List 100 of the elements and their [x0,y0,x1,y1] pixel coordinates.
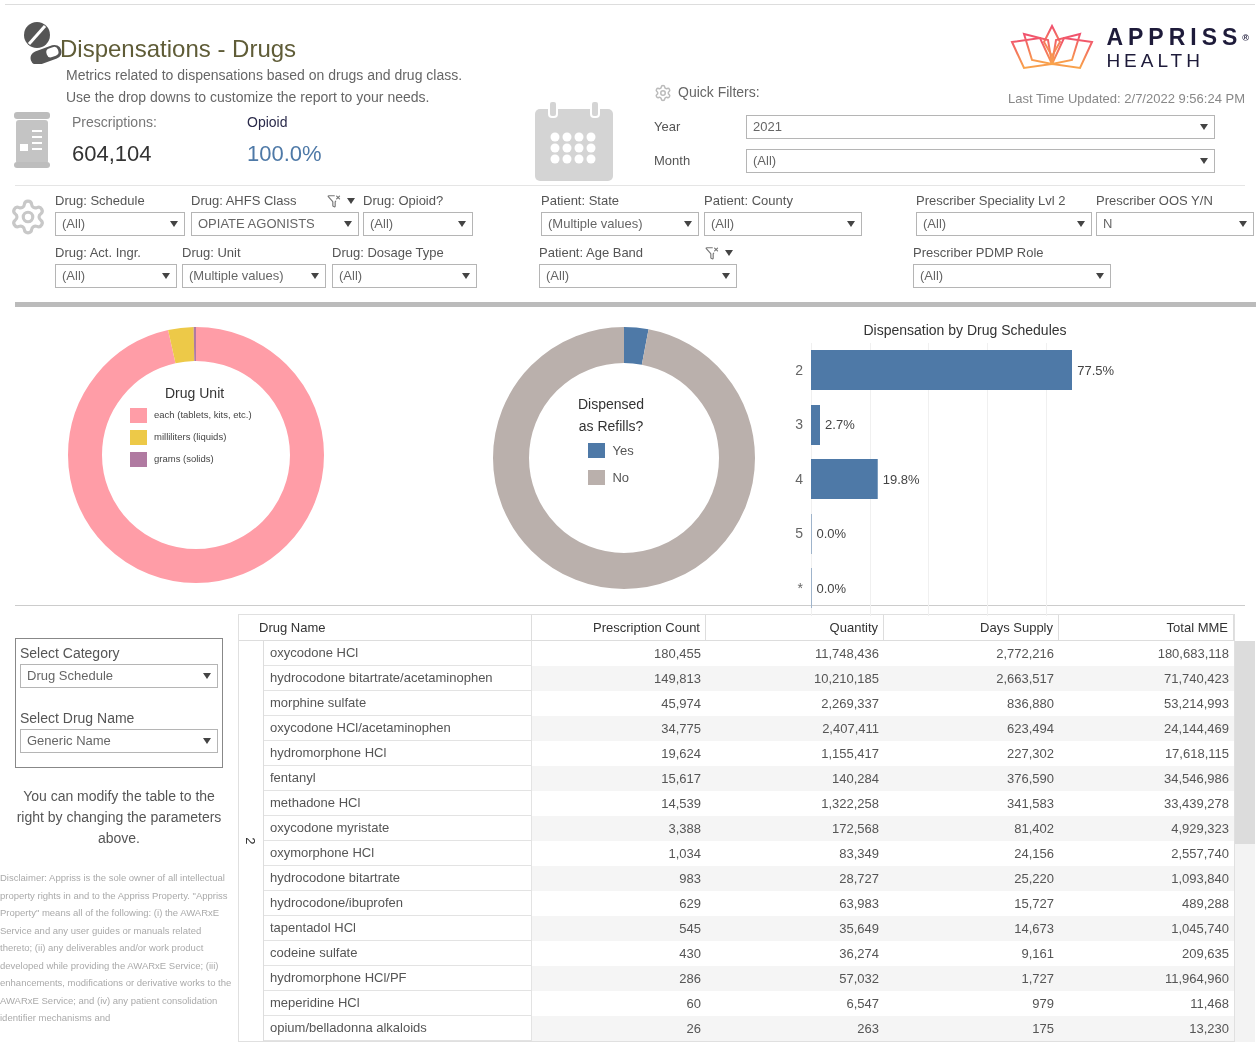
dropdown[interactable]: Drug Schedule [20,664,218,688]
note-text: You can modify the table to the right by changing the parameters above. [15,787,223,848]
scrollbar-thumb[interactable] [1235,641,1255,844]
metric-value: 100.0% [247,140,322,168]
table-cell-text: 1,322,258 [820,794,880,813]
logo-wordmark: APPRISS$^{®}$ [1106,26,1249,49]
caret-icon [203,673,211,679]
filter-label: Patient: State [541,192,620,211]
dropdown[interactable]: (All) [539,264,737,288]
dropdown[interactable]: (All) [363,212,473,236]
table-cell-text: 489,288 [1181,894,1230,913]
last-updated: Last Time Updated: 2/7/2022 9:56:24 PM [1007,90,1245,108]
legend-label: grams (solids) [154,452,214,467]
table-cell-text: 71,740,423 [1162,669,1230,688]
table-cell-text: 1,034 [667,844,702,863]
table-cell-text: 11,748,436 [813,644,880,663]
metric-label: Opioid [247,113,289,132]
settings-icon [654,83,672,102]
legend-label: Yes [612,442,634,460]
column-header: Drug Name [239,615,532,640]
table-cell: tapentadol HCl [264,916,532,941]
filter-label: Prescriber OOS Y/N [1096,192,1213,211]
table-cell-text: 13,230 [1188,1019,1230,1038]
dropdown[interactable]: Generic Name [20,729,218,753]
axis-label: 3 [794,415,804,435]
row-group-label: 2 [242,837,260,845]
data-label: 0.0% [816,579,847,598]
caret-icon [311,273,319,279]
filter-label: Prescriber PDMP Role [913,244,1044,263]
filter-label: Drug: Opioid? [363,192,444,211]
table-cell-text: 286 [678,969,702,988]
dropdown[interactable]: (All) [55,264,177,288]
dropdown[interactable]: (All) [704,212,862,236]
table-cell-text: 1,727 [1020,969,1055,988]
caret-icon [722,273,730,279]
filter-label: Drug: Unit [182,244,241,263]
table-cell-text: 172,568 [831,819,880,838]
table-cell-text: 28,727 [838,869,880,888]
caret-icon [203,738,211,744]
bar [811,404,821,445]
bar [811,459,878,500]
caret-icon [847,221,855,227]
table-cell-text: 4,929,323 [1170,819,1230,838]
table-cell: morphine sulfate [264,691,532,716]
axis-label: 4 [794,469,804,489]
subtitle: Metrics related to dispensations based on drugs and drug class. [66,66,464,85]
dropdown[interactable]: (All) [746,148,1215,173]
table-cell-text: 25,220 [1013,869,1055,888]
caret-icon [1096,273,1104,279]
dropdown[interactable]: (Multiple values) [541,212,699,236]
filter-label: Patient: Age Band [539,244,644,263]
table-cell: meperidine HCl [264,991,532,1016]
table-cell: hydromorphone HCl [264,741,532,766]
table-cell-text: 2,269,337 [820,694,880,713]
legend-title: as Refills? [578,417,644,436]
table-cell-text: 10,210,185 [812,669,880,688]
table-cell-text: 33,439,278 [1162,794,1230,813]
table-cell-text: 227,302 [1006,744,1055,763]
dropdown[interactable]: (All) [916,212,1092,236]
table-cell-text: 36,274 [838,944,880,963]
field-label: Year [654,117,682,136]
caret-icon [344,221,352,227]
table-cell-text: 81,402 [1013,819,1055,838]
table-cell-text: 57,032 [838,969,880,988]
table-cell-text: 45,974 [660,694,702,713]
table-cell-text: 35,649 [838,919,880,938]
metric-value: 604,104 [72,140,153,168]
dropdown[interactable]: (All) [913,264,1111,288]
clear-filter-icon[interactable] [327,194,341,208]
table-cell-text: 545 [678,919,702,938]
dropdown[interactable]: 2021 [746,114,1215,139]
dropdown[interactable]: (All) [55,212,185,236]
column-header: Quantity [706,615,884,640]
data-label: 0.0% [816,525,847,543]
dropdown[interactable]: (Multiple values) [182,264,326,288]
table-cell-text: 60 [685,994,702,1013]
table-cell-text: 83,349 [838,844,880,863]
axis-label: 2 [794,360,804,380]
table-cell-text: 11,468 [1189,994,1230,1013]
table-cell-text: 34,546,986 [1162,769,1230,788]
caret-icon [162,273,170,279]
table-cell-text: 983 [678,869,702,888]
dropdown[interactable]: (All) [332,264,477,288]
table-cell-text: 149,813 [653,669,702,688]
legend-title: Dispensed [578,395,645,414]
table-cell-text: 140,284 [831,769,880,788]
table-cell-text: 263 [856,1019,880,1038]
clear-filter-icon[interactable] [705,246,719,260]
table-cell-text: 836,880 [1006,694,1055,713]
table-cell: methadone HCl [264,791,532,816]
dropdown[interactable]: N [1096,212,1254,236]
table-cell-text: 623,494 [1006,719,1055,738]
table-cell-text: 2,663,517 [995,669,1055,688]
metric-label: Prescriptions: [72,113,158,132]
chart-title: Dispensation by Drug Schedules [862,321,1068,340]
table-cell: codeine sulfate [264,941,532,966]
dropdown[interactable]: OPIATE AGONISTS [191,212,359,236]
table-cell-text: 629 [678,894,702,913]
table-cell-text: 376,590 [1006,769,1055,788]
table-cell-text: 1,093,840 [1170,869,1230,888]
